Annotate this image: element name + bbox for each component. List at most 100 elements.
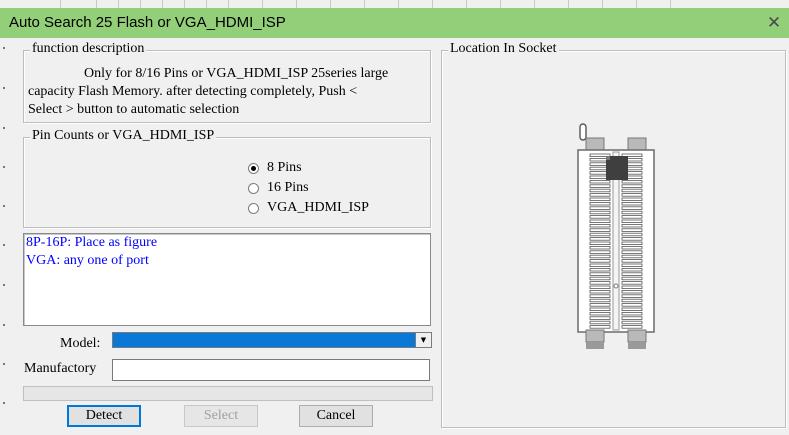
radio-8-pins-label[interactable]: 8 Pins: [267, 160, 302, 176]
pin-slot: [621, 267, 643, 272]
pin-slot: [589, 316, 611, 320]
pin-slot: [621, 232, 643, 237]
pin-slot: [589, 202, 611, 206]
pin-slot: [621, 294, 643, 298]
pin-slot: [589, 254, 611, 259]
close-icon[interactable]: ✕: [763, 12, 785, 34]
pin-slot: [621, 298, 643, 303]
pin-slot: [621, 241, 643, 245]
pin-slot: [589, 188, 611, 193]
pin-slot: [621, 272, 643, 276]
title-bar[interactable]: Auto Search 25 Flash or VGA_HDMI_ISP ✕: [0, 8, 789, 38]
pin-slot: [621, 316, 643, 320]
pin-slot: [589, 259, 611, 263]
pin-slot: [589, 267, 611, 272]
select-button[interactable]: Select: [184, 405, 258, 427]
pin-slot: [621, 228, 643, 232]
pin-slot: [589, 320, 611, 325]
pin-slot: [621, 246, 643, 250]
radio-16-pins[interactable]: 16 Pins: [248, 178, 309, 198]
pin-slot: [589, 276, 611, 281]
function-description-legend: function description: [30, 41, 147, 57]
pin-slot: [621, 289, 643, 294]
memo-line-1: 8P-16P: Place as figure: [26, 235, 158, 250]
pin-slot: [621, 237, 643, 241]
pin-counts-legend: Pin Counts or VGA_HDMI_ISP: [30, 128, 217, 144]
pin-slot: [589, 325, 611, 329]
pin-slot: [621, 197, 643, 201]
model-dropdown[interactable]: ▼: [112, 332, 432, 348]
radio-16-pins-label[interactable]: 16 Pins: [267, 180, 309, 196]
description-line-1: Only for 8/16 Pins or VGA_HDMI_ISP 25ser…: [84, 66, 389, 81]
radio-button-checked-icon[interactable]: [248, 162, 259, 174]
pin-slot: [589, 224, 611, 228]
function-description-text: Only for 8/16 Pins or VGA_HDMI_ISP 25ser…: [28, 65, 424, 119]
pin-slot: [621, 276, 643, 281]
pin-slot: [589, 307, 611, 311]
pin-slot: [589, 193, 611, 197]
pin-slot: [621, 285, 643, 289]
chevron-down-icon[interactable]: ▼: [415, 333, 431, 347]
pin-slot: [621, 224, 643, 228]
pin-slot: [621, 325, 643, 329]
socket-location-legend: Location In Socket: [448, 41, 559, 57]
pin-slot: [589, 311, 611, 316]
left-edge-markers: [0, 38, 8, 435]
zif-socket-diagram: [577, 123, 655, 349]
radio-button-icon[interactable]: [248, 202, 259, 214]
pin-slot: [589, 228, 611, 232]
pin-slot: [621, 263, 643, 267]
radio-8-pins[interactable]: 8 Pins: [248, 158, 302, 178]
pin-slot: [589, 241, 611, 245]
pin-slot: [589, 197, 611, 201]
pin-slot: [621, 254, 643, 259]
pin-slot: [589, 250, 611, 254]
pin-slot: [621, 219, 643, 223]
pin-slot: [589, 184, 611, 188]
pin-slot: [621, 259, 643, 263]
cancel-button[interactable]: Cancel: [299, 405, 373, 427]
window-title: Auto Search 25 Flash or VGA_HDMI_ISP: [9, 14, 286, 31]
pin-slot: [621, 188, 643, 193]
pin-slot: [589, 272, 611, 276]
pin-slot: [621, 215, 643, 219]
manufactory-field[interactable]: [112, 359, 430, 381]
pin-slot: [621, 307, 643, 311]
pin-slot: [621, 202, 643, 206]
pin-slot: [589, 219, 611, 223]
pin-slot: [589, 285, 611, 289]
memo-line-2: VGA: any one of port: [26, 253, 149, 268]
pin-slot: [589, 246, 611, 250]
pin-slot: [621, 311, 643, 316]
pin-slot: [589, 281, 611, 285]
info-memo[interactable]: 8P-16P: Place as figure VGA: any one of …: [23, 233, 431, 326]
pin-slot: [589, 206, 611, 210]
pin-slot: [589, 298, 611, 303]
pin-slot: [589, 237, 611, 241]
radio-vga-hdmi-isp[interactable]: VGA_HDMI_ISP: [248, 198, 369, 218]
pin-slot: [621, 206, 643, 210]
socket-location-group: Location In Socket: [441, 41, 786, 428]
description-line-2: capacity Flash Memory. after detecting c…: [28, 84, 358, 99]
radio-button-icon[interactable]: [248, 182, 259, 194]
pin-slot: [621, 184, 643, 188]
detect-progress-bar: [23, 386, 433, 401]
function-description-group: function description Only for 8/16 Pins …: [23, 41, 431, 123]
pin-slot: [589, 294, 611, 298]
pin-slot: [589, 289, 611, 294]
radio-vga-hdmi-isp-label[interactable]: VGA_HDMI_ISP: [267, 200, 369, 216]
detect-button[interactable]: Detect: [67, 405, 141, 427]
pin-slot: [589, 215, 611, 219]
pin-slot: [589, 263, 611, 267]
pin-counts-group: Pin Counts or VGA_HDMI_ISP 8 Pins 16 Pin…: [23, 128, 431, 228]
pin-slot: [621, 281, 643, 285]
description-line-3: Select > button to automatic selection: [28, 102, 240, 117]
pin-slot: [621, 180, 643, 184]
pin-slot: [589, 180, 611, 184]
manufactory-label: Manufactory: [24, 361, 97, 376]
pin-slot: [589, 232, 611, 237]
model-label: Model:: [60, 336, 101, 351]
pin-slot: [621, 193, 643, 197]
pin-slot: [589, 303, 611, 307]
pin-slot: [621, 250, 643, 254]
